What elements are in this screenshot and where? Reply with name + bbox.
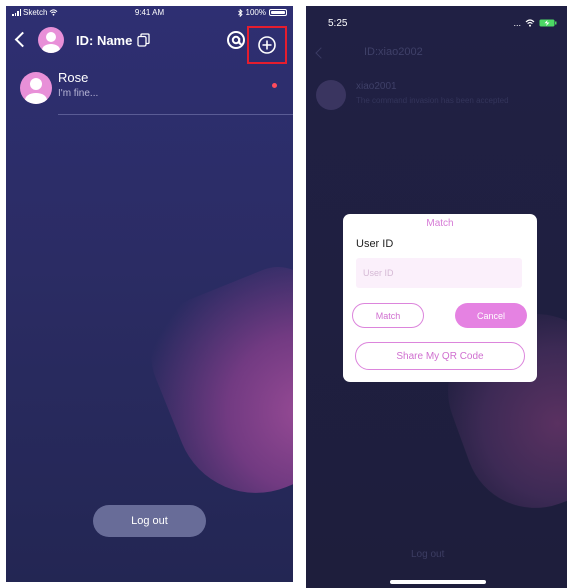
back-chevron-icon[interactable] bbox=[14, 31, 31, 48]
user-id-input[interactable] bbox=[356, 258, 522, 288]
background-avatar bbox=[316, 80, 346, 110]
contact-name: Rose bbox=[58, 70, 89, 85]
chat-list-screen: Sketch 9:41 AM 100% ID: Name Rose I'm fi… bbox=[6, 6, 293, 582]
battery-percent: 100% bbox=[245, 8, 266, 17]
page-title: ID: Name bbox=[76, 33, 133, 48]
plus-circle-icon bbox=[258, 36, 276, 54]
user-id-label: User ID bbox=[356, 238, 394, 250]
contact-avatar bbox=[20, 72, 52, 104]
background-contact-name: xiao2001 bbox=[356, 81, 397, 92]
home-indicator[interactable] bbox=[390, 580, 486, 584]
decorative-blob bbox=[133, 254, 293, 518]
match-dialog-screen: 5:25 ... ID:xiao2002 xiao2001 The comman… bbox=[306, 6, 567, 588]
dialog-title: Match bbox=[426, 218, 454, 229]
back-chevron-icon bbox=[315, 47, 327, 59]
message-preview: I'm fine... bbox=[58, 88, 99, 99]
add-button[interactable] bbox=[247, 26, 287, 64]
battery-icon bbox=[269, 9, 287, 16]
match-dialog: Match User ID Match Cancel Share My QR C… bbox=[343, 214, 537, 382]
user-avatar[interactable] bbox=[38, 27, 64, 53]
background-message: The command invasion has been accepted bbox=[356, 96, 509, 105]
screenshot-canvas: Sketch 9:41 AM 100% ID: Name Rose I'm fi… bbox=[0, 0, 567, 588]
logout-button[interactable]: Log out bbox=[93, 505, 206, 537]
bluetooth-icon bbox=[237, 8, 243, 17]
share-qr-code-button[interactable]: Share My QR Code bbox=[355, 342, 525, 370]
status-bar: Sketch 9:41 AM 100% bbox=[6, 6, 293, 20]
chat-list-item[interactable]: Rose I'm fine... bbox=[6, 66, 293, 118]
top-navigation: ID: Name bbox=[6, 20, 293, 64]
copy-icon[interactable] bbox=[137, 33, 150, 47]
at-sign-icon[interactable] bbox=[226, 30, 246, 50]
background-logout: Log out bbox=[411, 549, 445, 560]
match-button[interactable]: Match bbox=[352, 303, 424, 328]
cancel-button[interactable]: Cancel bbox=[455, 303, 527, 328]
row-divider bbox=[58, 114, 293, 115]
unread-indicator bbox=[272, 83, 277, 88]
background-title: ID:xiao2002 bbox=[364, 46, 423, 58]
battery-group: 100% bbox=[237, 8, 287, 17]
